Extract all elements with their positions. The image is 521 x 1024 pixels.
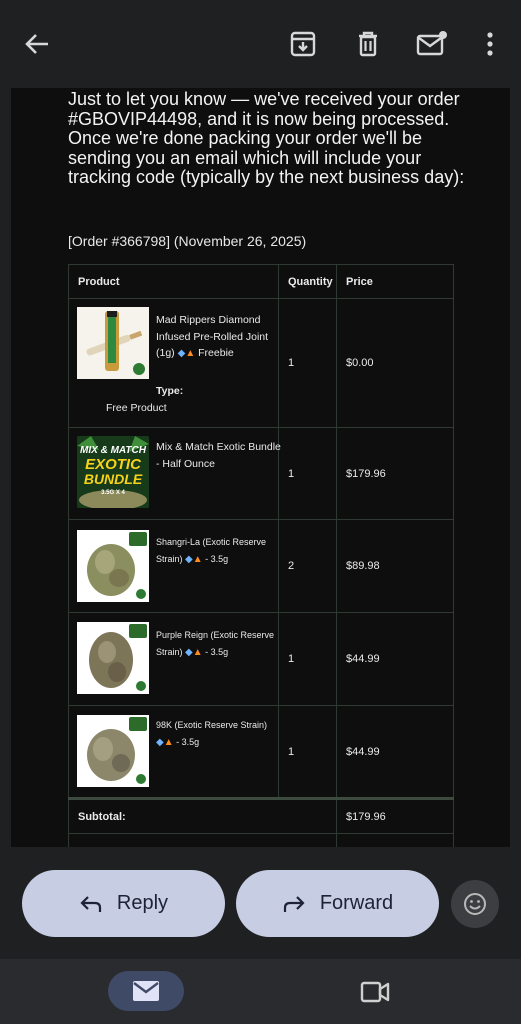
product-image-98k[interactable] <box>77 715 149 787</box>
order-table: Product Quantity Price Mad Rippers Diamo… <box>68 264 454 847</box>
order-reference: [Order #366798] (November 26, 2025) <box>68 233 307 249</box>
product-suffix: - 3.5g <box>176 736 200 747</box>
email-body: Just to let you know — we've received yo… <box>11 88 510 847</box>
trash-icon[interactable] <box>350 26 386 62</box>
forward-label: Forward <box>319 892 394 914</box>
table-header-row: Product Quantity Price <box>68 264 454 299</box>
back-arrow-icon[interactable] <box>19 26 55 62</box>
product-suffix: - 3.5g <box>205 646 229 657</box>
product-name-text: 98K (Exotic Reserve Strain) <box>156 720 268 730</box>
product-image-purple-reign[interactable] <box>77 622 149 694</box>
quantity-cell: 1 <box>278 298 337 428</box>
product-name: 98K (Exotic Reserve Strain) ◆▲ - 3.5g <box>156 717 281 751</box>
price-cell: $0.00 <box>336 298 454 428</box>
fire-icon: ▲ <box>192 553 203 565</box>
price-cell: $89.98 <box>336 519 454 613</box>
product-suffix: - 3.5g <box>205 553 229 564</box>
video-camera-icon <box>360 981 390 1003</box>
bundle-image-text-3: BUNDLE <box>84 471 143 487</box>
fire-icon: ▲ <box>185 348 196 359</box>
product-name: Mad Rippers Diamond Infused Pre-Rolled J… <box>156 312 281 363</box>
emoji-reaction-button[interactable] <box>451 880 499 928</box>
subtotal-row: Subtotal: $179.96 <box>68 798 454 834</box>
table-row: 98K (Exotic Reserve Strain) ◆▲ - 3.5g 1 … <box>68 705 454 799</box>
more-vert-icon[interactable] <box>472 26 508 62</box>
table-row: Purple Reign (Exotic Reserve Strain) ◆▲ … <box>68 612 454 706</box>
quantity-cell: 1 <box>278 427 337 520</box>
mail-unread-icon[interactable] <box>414 26 450 62</box>
product-name: Purple Reign (Exotic Reserve Strain) ◆▲ … <box>156 627 281 661</box>
product-name: Shangri-La (Exotic Reserve Strain) ◆▲ - … <box>156 534 281 568</box>
action-bar: Reply Forward <box>0 847 521 959</box>
bundle-image-text-1: MIX & MATCH <box>80 445 147 456</box>
quantity-cell: 1 <box>278 705 337 799</box>
header-product: Product <box>68 264 279 299</box>
diamond-icon: ◆ <box>185 553 193 565</box>
product-suffix: Freebie <box>198 347 234 359</box>
table-row-partial <box>68 833 454 847</box>
email-intro-text: Just to let you know — we've received yo… <box>68 89 465 187</box>
product-image-bundle[interactable]: MIX & MATCH EXOTIC BUNDLE 3.5G X 4 <box>77 436 149 508</box>
fire-icon: ▲ <box>163 736 174 748</box>
top-toolbar <box>0 0 521 88</box>
header-quantity: Quantity <box>278 264 337 299</box>
subtotal-value: $179.96 <box>336 798 454 834</box>
type-label: Type: <box>156 385 184 397</box>
diamond-icon: ◆ <box>185 646 193 658</box>
reply-icon <box>80 895 102 912</box>
table-row: Mad Rippers Diamond Infused Pre-Rolled J… <box>68 298 454 428</box>
price-cell: $44.99 <box>336 612 454 706</box>
quantity-cell: 1 <box>278 612 337 706</box>
reply-button[interactable]: Reply <box>22 870 225 937</box>
nav-mail-tab[interactable] <box>108 971 184 1011</box>
bottom-navigation <box>0 959 521 1024</box>
diamond-icon: ◆ <box>156 736 164 748</box>
forward-button[interactable]: Forward <box>236 870 439 937</box>
type-value: Free Product <box>106 402 167 414</box>
product-cell: Purple Reign (Exotic Reserve Strain) ◆▲ … <box>68 612 281 706</box>
product-cell: MIX & MATCH EXOTIC BUNDLE 3.5G X 4 Mix &… <box>68 427 281 520</box>
mail-icon <box>133 981 159 1001</box>
table-row: MIX & MATCH EXOTIC BUNDLE 3.5G X 4 Mix &… <box>68 427 454 520</box>
header-price: Price <box>336 264 454 299</box>
bundle-image-text-4: 3.5G X 4 <box>101 490 125 496</box>
smiley-icon <box>464 893 486 915</box>
price-cell: $179.96 <box>336 427 454 520</box>
product-name: Mix & Match Exotic Bundle - Half Ounce <box>156 441 281 470</box>
table-row: Shangri-La (Exotic Reserve Strain) ◆▲ - … <box>68 519 454 613</box>
price-cell: $44.99 <box>336 705 454 799</box>
reply-label: Reply <box>116 892 169 914</box>
product-cell: Shangri-La (Exotic Reserve Strain) ◆▲ - … <box>68 519 281 613</box>
subtotal-label: Subtotal: <box>68 798 337 834</box>
product-cell: Mad Rippers Diamond Infused Pre-Rolled J… <box>68 298 281 428</box>
product-image-preroll[interactable] <box>77 307 149 379</box>
product-image-shangri-la[interactable] <box>77 530 149 602</box>
archive-icon[interactable] <box>285 26 321 62</box>
forward-icon <box>283 895 305 912</box>
fire-icon: ▲ <box>192 646 203 658</box>
nav-meet-tab[interactable] <box>357 977 393 1007</box>
product-cell: 98K (Exotic Reserve Strain) ◆▲ - 3.5g <box>68 705 281 799</box>
quantity-cell: 2 <box>278 519 337 613</box>
